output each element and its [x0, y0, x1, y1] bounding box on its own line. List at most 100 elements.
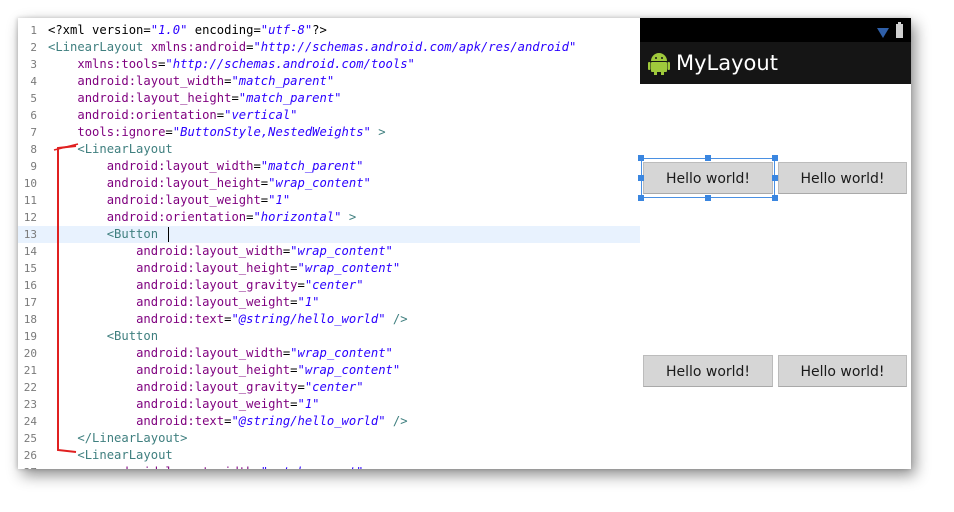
line-number: 9 [30, 160, 37, 173]
code-line[interactable]: 26 <LinearLayout [18, 447, 640, 464]
code-line[interactable]: 8 <LinearLayout [18, 141, 640, 158]
code-line[interactable]: 19 <Button [18, 328, 640, 345]
code-token: android:text [136, 312, 225, 326]
selection-box [641, 158, 775, 198]
code-token: android:layout_height [106, 176, 261, 190]
code-line[interactable]: 3 xmlns:tools="http://schemas.android.co… [18, 56, 640, 73]
code-text: android:layout_weight="1" [48, 396, 319, 413]
code-line[interactable]: 21 android:layout_height="wrap_content" [18, 362, 640, 379]
code-line[interactable]: 14 android:layout_width="wrap_content" [18, 243, 640, 260]
code-line[interactable]: 16 android:layout_gravity="center" [18, 277, 640, 294]
code-line[interactable]: 20 android:layout_width="wrap_content" [18, 345, 640, 362]
code-token: = [290, 295, 298, 309]
line-number: 25 [23, 432, 37, 445]
line-number: 18 [23, 313, 37, 326]
app-title: MyLayout [676, 51, 778, 75]
code-token: "match_parent" [261, 465, 364, 469]
resize-handle[interactable] [638, 175, 644, 181]
code-line[interactable]: 1 <?xml version="1.0" encoding="utf-8"?> [18, 22, 640, 39]
line-number: 24 [23, 415, 37, 428]
action-bar: MyLayout [640, 42, 911, 84]
code-text: android:layout_weight="1" [48, 192, 290, 209]
code-line[interactable]: 27 android:layout_width="match_parent" [18, 464, 640, 469]
hello-world-button-3[interactable]: Hello world! [643, 355, 773, 387]
code-line[interactable]: 12 android:orientation="horizontal" > [18, 209, 640, 226]
code-token: ?> [312, 23, 327, 37]
line-number: 27 [18, 464, 37, 469]
line-number: 17 [23, 296, 37, 309]
resize-handle[interactable] [638, 155, 644, 161]
code-token: android:layout_width [106, 159, 254, 173]
code-line[interactable]: 13 <Button [18, 226, 640, 243]
code-token: "http://schemas.android.com/tools" [165, 57, 415, 71]
code-line[interactable]: 5 android:layout_height="match_parent" [18, 90, 640, 107]
xml-code-editor[interactable]: 27 android:layout_width="match_parent"26… [18, 18, 640, 469]
code-token: = [253, 465, 260, 469]
code-line[interactable]: 10 android:layout_height="wrap_content" [18, 175, 640, 192]
code-text: <?xml version="1.0" encoding="utf-8"?> [48, 22, 327, 39]
code-line[interactable]: 6 android:orientation="vertical" [18, 107, 640, 124]
code-line[interactable]: 15 android:layout_height="wrap_content" [18, 260, 640, 277]
code-line[interactable]: 11 android:layout_weight="1" [18, 192, 640, 209]
code-line[interactable]: 9 android:layout_width="match_parent" [18, 158, 640, 175]
code-token: = [297, 278, 305, 292]
android-layout-preview: MyLayout Hello world! Hello world! Hello… [638, 18, 911, 469]
code-token: </LinearLayout> [77, 431, 188, 445]
code-token: "utf-8" [260, 23, 313, 37]
code-token: = [290, 261, 298, 275]
line-number: 3 [30, 58, 37, 71]
code-line[interactable]: 2 <LinearLayout xmlns:android="http://sch… [18, 39, 640, 56]
code-line[interactable]: 22 android:layout_gravity="center" [18, 379, 640, 396]
code-line[interactable]: 25 </LinearLayout> [18, 430, 640, 447]
line-number: 11 [23, 194, 37, 207]
code-line[interactable]: 18 android:text="@string/hello_world" /> [18, 311, 640, 328]
status-bar [640, 18, 911, 42]
code-token: "match_parent" [238, 91, 342, 105]
line-number: 13 [23, 228, 37, 241]
code-line[interactable]: 24 android:text="@string/hello_world" /> [18, 413, 640, 430]
code-token: android:orientation [106, 210, 247, 224]
resize-handle[interactable] [772, 155, 778, 161]
code-text: android:layout_width="wrap_content" [48, 243, 393, 260]
code-token: "wrap_content" [290, 346, 393, 360]
code-token: "1" [268, 193, 291, 207]
code-token: "wrap_content" [290, 244, 393, 258]
code-line[interactable]: 4 android:layout_width="match_parent" [18, 73, 640, 90]
resize-handle[interactable] [705, 155, 711, 161]
code-line[interactable]: 17 android:layout_weight="1" [18, 294, 640, 311]
code-text: android:orientation="horizontal" > [48, 209, 357, 226]
code-token: android:text [136, 414, 225, 428]
code-token: android:layout_weight [106, 193, 261, 207]
code-text: android:layout_width="match_parent" [48, 158, 364, 175]
code-line[interactable]: 23 android:layout_weight="1" [18, 396, 640, 413]
code-token: "ButtonStyle,NestedWeights" [172, 125, 371, 139]
code-text: </LinearLayout> [48, 430, 187, 447]
code-token: "horizontal" [253, 210, 342, 224]
code-token: android:layout_weight [136, 397, 291, 411]
resize-handle[interactable] [772, 175, 778, 181]
code-token: android:layout_gravity [136, 380, 298, 394]
code-token: = [231, 91, 239, 105]
hello-world-button-4[interactable]: Hello world! [778, 355, 907, 387]
line-number: 26 [23, 449, 37, 462]
code-text: android:layout_height="wrap_content" [48, 175, 371, 192]
battery-icon [896, 24, 903, 38]
resize-handle[interactable] [638, 195, 644, 201]
resize-handle[interactable] [705, 195, 711, 201]
code-token: = [290, 397, 298, 411]
code-token: = [290, 363, 298, 377]
code-token: <Button [106, 227, 159, 241]
resize-handle[interactable] [772, 195, 778, 201]
code-token: android:layout_width [136, 244, 283, 258]
code-line[interactable]: 7 tools:ignore="ButtonStyle,NestedWeight… [18, 124, 640, 141]
hello-world-button-2[interactable]: Hello world! [778, 162, 907, 194]
